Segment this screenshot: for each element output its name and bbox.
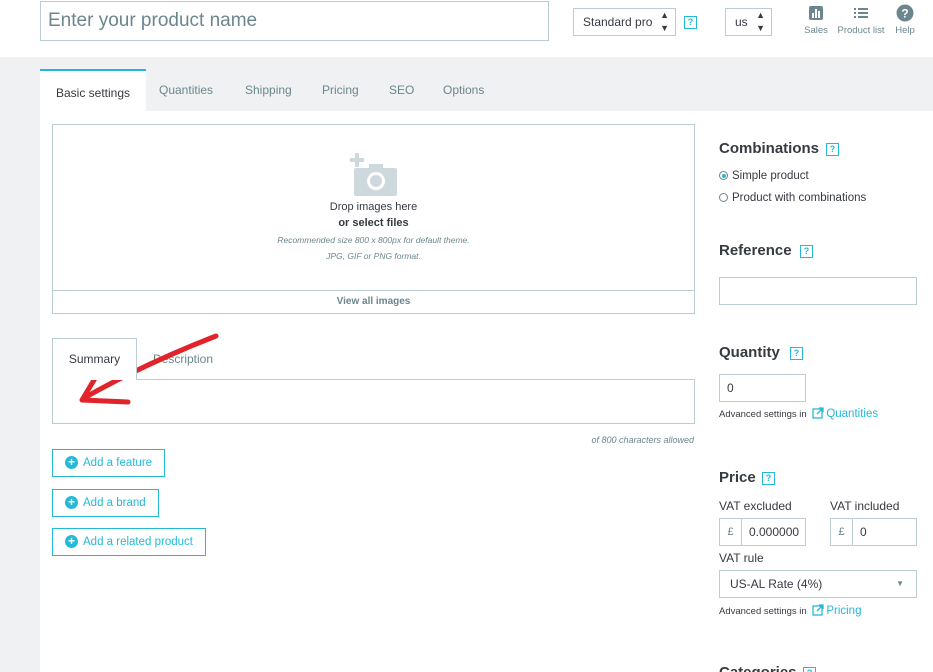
language-value: us [735, 15, 748, 29]
vat-rule-select[interactable]: US-AL Rate (4%) ▼ [719, 570, 917, 598]
price-help-icon[interactable]: ? [762, 472, 775, 485]
plus-circle-icon: + [65, 456, 78, 469]
image-dropzone[interactable]: Drop images here or select files Recomme… [52, 124, 695, 314]
top-header: Enter your product name Standard pro ▲ ▼ … [0, 0, 933, 57]
add-related-product-button[interactable]: + Add a related product [52, 528, 206, 556]
quantity-title: Quantity [719, 344, 780, 361]
add-related-product-label: Add a related product [83, 536, 193, 548]
tab-basic-settings[interactable]: Basic settings [40, 69, 147, 111]
add-feature-label: Add a feature [83, 457, 153, 469]
product-type-select[interactable]: Standard pro ▲ ▼ [573, 8, 676, 36]
list-icon [854, 8, 868, 18]
categories-title: Categories [719, 664, 797, 672]
select-caret-icon: ▲ ▼ [660, 10, 669, 33]
add-brand-label: Add a brand [83, 497, 146, 509]
plus-circle-icon: + [65, 496, 78, 509]
tab-shipping[interactable]: Shipping [245, 69, 292, 111]
tab-quantities[interactable]: Quantities [159, 69, 213, 111]
tab-options[interactable]: Options [443, 69, 484, 111]
svg-text:?: ? [901, 7, 908, 21]
external-link-icon [812, 604, 824, 616]
vat-rule-label: VAT rule [719, 551, 764, 565]
simple-product-radio[interactable] [719, 171, 728, 180]
recommended-size-text: Recommended size 800 x 800px for default… [277, 235, 470, 245]
sales-label: Sales [804, 25, 828, 36]
select-caret-icon: ▲ ▼ [756, 10, 765, 33]
tab-seo[interactable]: SEO [389, 69, 414, 111]
quantity-input[interactable]: 0 [719, 374, 806, 402]
product-with-combinations-label: Product with combinations [732, 192, 867, 204]
tab-summary[interactable]: Summary [52, 338, 137, 380]
character-count: of 800 characters allowed [591, 435, 694, 445]
price-excl-input[interactable]: 0.000000 [741, 518, 806, 546]
dropdown-caret-icon: ▼ [896, 579, 904, 588]
currency-addon: £ [719, 518, 741, 546]
vat-included-label: VAT included [830, 499, 900, 513]
bar-chart-icon [809, 6, 823, 20]
plus-circle-icon: + [65, 535, 78, 548]
product-with-combinations-radio[interactable] [719, 193, 728, 202]
reference-help-icon[interactable]: ? [800, 245, 813, 258]
price-title: Price [719, 469, 756, 486]
drop-images-text: Drop images here [329, 201, 418, 213]
select-files-link[interactable]: or select files [53, 217, 694, 229]
sales-tool[interactable]: Sales [802, 4, 830, 36]
vat-rule-value: US-AL Rate (4%) [730, 577, 823, 591]
product-list-label: Product list [837, 25, 885, 36]
advanced-settings-text: Advanced settings in [719, 409, 807, 420]
combinations-title: Combinations [719, 140, 819, 157]
price-advanced-settings: Advanced settings in Pricing [719, 604, 861, 617]
image-format-text: JPG, GIF or PNG format. [326, 251, 421, 261]
add-feature-button[interactable]: + Add a feature [52, 449, 166, 477]
product-name-input[interactable]: Enter your product name [40, 1, 549, 41]
vat-excluded-label: VAT excluded [719, 499, 792, 513]
pricing-link[interactable]: Pricing [826, 605, 861, 617]
quantity-advanced-settings: Advanced settings in Quantities [719, 407, 878, 420]
currency-addon: £ [830, 518, 852, 546]
categories-help-icon[interactable]: ? [803, 667, 816, 672]
quantities-link[interactable]: Quantities [826, 408, 878, 420]
reference-input[interactable] [719, 277, 917, 305]
reference-title: Reference [719, 242, 792, 259]
view-all-images-link[interactable]: View all images [53, 290, 694, 313]
help-tool[interactable]: ? Help [891, 4, 919, 36]
advanced-settings-text: Advanced settings in [719, 606, 807, 617]
help-circle-icon: ? [896, 4, 914, 22]
quantity-help-icon[interactable]: ? [790, 347, 803, 360]
product-type-help-icon[interactable]: ? [684, 16, 697, 29]
help-label: Help [895, 25, 915, 36]
tab-pricing[interactable]: Pricing [322, 69, 359, 111]
add-photo-icon [350, 153, 397, 196]
simple-product-label: Simple product [732, 170, 809, 182]
product-type-value: Standard pro [583, 15, 653, 29]
price-incl-input[interactable]: 0 [852, 518, 917, 546]
add-brand-button[interactable]: + Add a brand [52, 489, 159, 517]
language-select[interactable]: us ▲ ▼ [725, 8, 772, 36]
combinations-help-icon[interactable]: ? [826, 143, 839, 156]
external-link-icon [812, 407, 824, 419]
product-list-tool[interactable]: Product list [835, 4, 887, 36]
